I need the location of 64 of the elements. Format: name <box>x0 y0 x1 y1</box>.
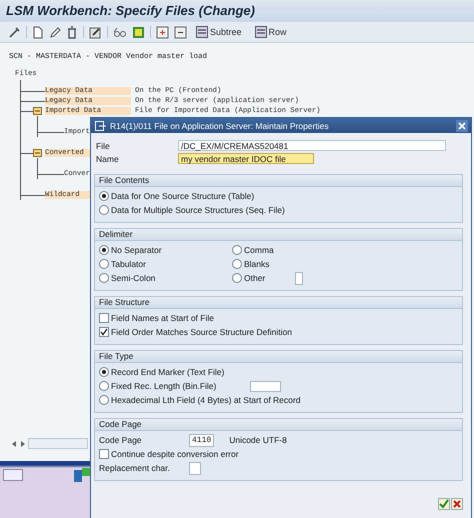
trash-icon[interactable] <box>66 26 78 38</box>
option-label: No Separator <box>111 245 162 255</box>
radio-button[interactable] <box>99 191 109 201</box>
option-label: Blanks <box>244 259 270 269</box>
option-label: Comma <box>244 245 274 255</box>
dialog-title: R14(1)/011 File on Application Server: Maintain Properties <box>110 120 329 130</box>
input-field[interactable]: my vendor master IDOC file <box>178 153 314 164</box>
radio-button[interactable] <box>99 273 109 283</box>
field-label: File <box>96 140 111 150</box>
option-label: Tabulator <box>111 259 146 269</box>
checkbox[interactable] <box>99 449 109 459</box>
cancel-button[interactable] <box>451 498 463 510</box>
option-label: Semi-Colon <box>111 273 156 283</box>
collapse-icon[interactable] <box>174 26 187 38</box>
option-label: Field Names at Start of File <box>111 313 214 323</box>
option-label: Other <box>244 273 266 283</box>
confirm-button[interactable] <box>438 498 450 510</box>
close-button[interactable] <box>456 120 468 132</box>
group-title: Delimiter <box>95 229 462 241</box>
toolbar-button[interactable]: Subtree <box>192 26 246 38</box>
input-field[interactable] <box>189 462 201 474</box>
field-description: Unicode UTF-8 <box>229 435 287 445</box>
scroll-right-icon[interactable] <box>20 440 25 446</box>
list-icon <box>196 26 208 38</box>
input-field[interactable]: /DC_EX/M/CREMAS520481 <box>178 140 446 151</box>
dialog-icon <box>95 120 106 130</box>
option-label: Data for Multiple Source Structures (Seq. File) <box>111 205 285 215</box>
radio-button[interactable] <box>99 367 109 377</box>
radio-button[interactable] <box>99 395 109 405</box>
pencil-icon[interactable] <box>49 26 61 38</box>
radio-button[interactable] <box>232 245 242 255</box>
checkbox[interactable] <box>99 313 109 323</box>
option-label: Fixed Rec. Length (Bin.File) <box>111 381 216 391</box>
checkbox[interactable] <box>99 327 109 337</box>
edit-icon[interactable] <box>89 26 102 38</box>
input-field[interactable] <box>295 272 304 284</box>
field-label: Code Page <box>99 435 143 445</box>
radio-button[interactable] <box>99 381 109 391</box>
group-title: File Contents <box>95 175 462 187</box>
radio-button[interactable] <box>232 273 242 283</box>
new-page-icon[interactable] <box>32 26 44 38</box>
radio-button[interactable] <box>99 205 109 215</box>
option-label: Hexadecimal Lth Field (4 Bytes) at Start of Record <box>111 395 300 405</box>
field-label: Replacement char. <box>99 463 171 473</box>
radio-button[interactable] <box>99 245 109 255</box>
group-title: File Structure <box>95 297 462 309</box>
shortcut-icon[interactable] <box>74 468 90 482</box>
window-title: LSM Workbench: Specify Files (Change) <box>0 0 474 22</box>
transport-icon[interactable] <box>132 26 145 38</box>
radio-button[interactable] <box>232 259 242 269</box>
glasses-icon[interactable] <box>113 26 127 38</box>
group-title: Code Page <box>95 419 462 431</box>
input-field[interactable]: 4110 <box>189 434 214 446</box>
option-label: Field Order Matches Source Structure Definition <box>111 327 292 337</box>
radio-button[interactable] <box>99 259 109 269</box>
toolbar-button[interactable]: Row <box>250 26 291 38</box>
input-field[interactable] <box>250 380 282 392</box>
list-icon <box>254 26 267 38</box>
scroll-left-icon[interactable] <box>12 440 17 446</box>
option-label: Record End Marker (Text File) <box>111 367 224 377</box>
wand-icon[interactable] <box>8 26 21 38</box>
group-title: File Type <box>95 351 462 363</box>
expand-icon[interactable] <box>156 26 169 38</box>
option-label: Continue despite conversion error <box>111 449 239 459</box>
